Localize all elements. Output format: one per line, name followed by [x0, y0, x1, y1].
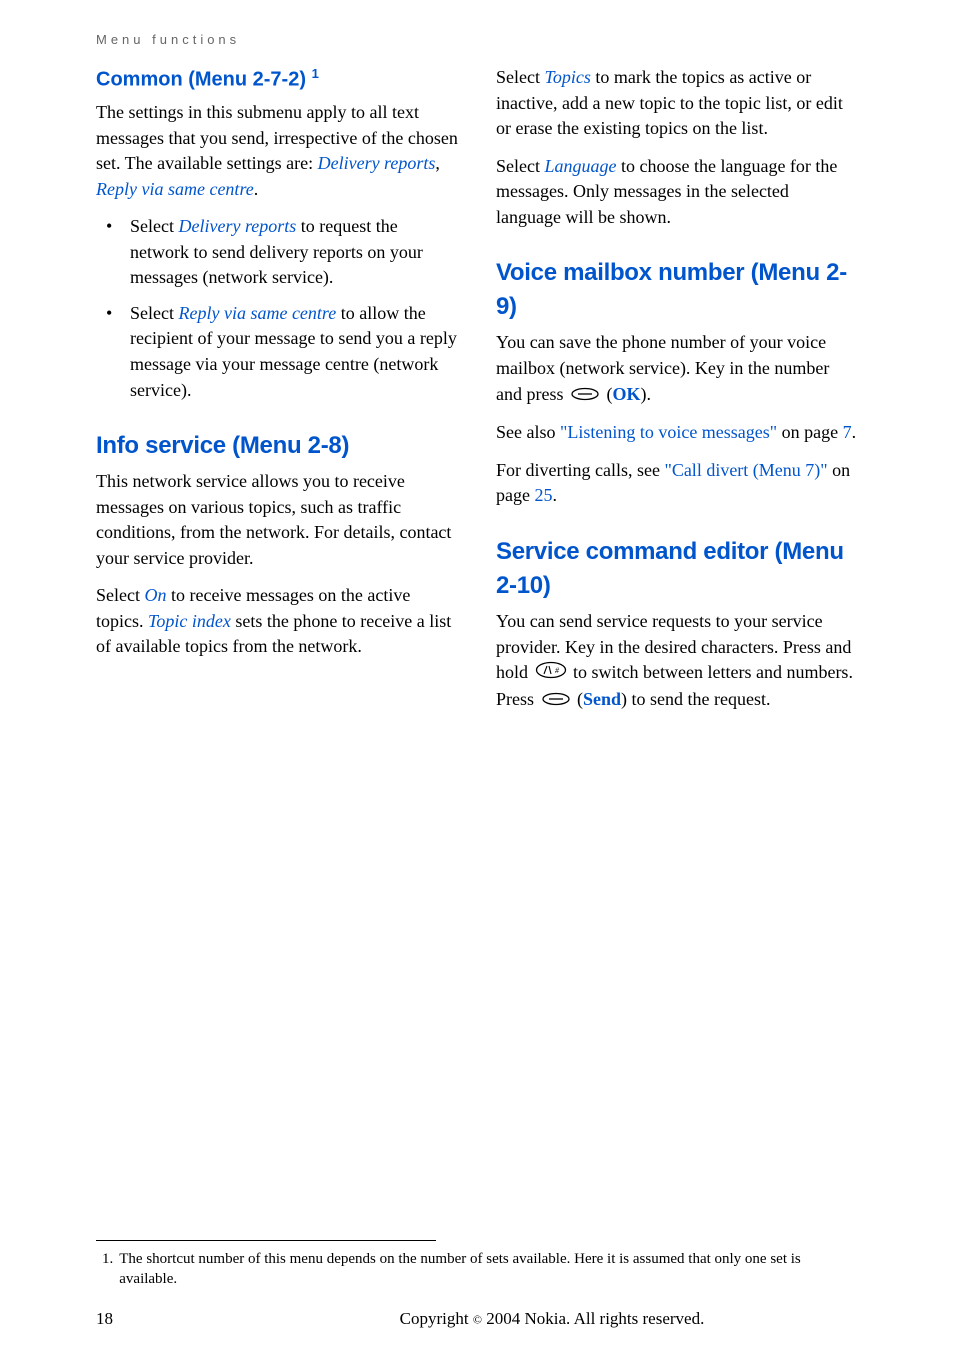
text: Select — [96, 585, 144, 605]
emphasis: Delivery reports — [178, 216, 296, 236]
heading-text: Voice mailbox number (Menu 2-9) — [496, 259, 847, 320]
info-p2: Select On to receive messages on the act… — [96, 583, 458, 660]
info-cont-p1: Select Topics to mark the topics as acti… — [496, 65, 858, 142]
info-p1: This network service allows you to recei… — [96, 469, 458, 571]
heading-common: Common (Menu 2-7-2) 1 — [96, 65, 458, 94]
footnote-rule — [96, 1240, 436, 1241]
info-cont-p2: Select Language to choose the language f… — [496, 154, 858, 231]
emphasis: Topic index — [148, 611, 231, 631]
text: This network service allows you to recei… — [96, 471, 451, 568]
footnote: 1. The shortcut number of this menu depe… — [96, 1249, 858, 1290]
list-item: Select Delivery reports to request the n… — [96, 214, 458, 291]
cross-ref-link[interactable]: "Listening to voice messages" — [560, 422, 777, 442]
voice-p1: You can save the phone number of your vo… — [496, 330, 858, 408]
text: Select — [130, 216, 178, 236]
softkey-icon — [541, 688, 571, 714]
text: . — [852, 422, 857, 442]
heading-text: Info service (Menu 2-8) — [96, 432, 349, 459]
heading-service-command: Service command editor (Menu 2-10) — [496, 535, 858, 603]
footnote-area: 1. The shortcut number of this menu depe… — [96, 1232, 858, 1290]
text: 2004 Nokia. All rights reserved. — [482, 1309, 704, 1328]
emphasis: Language — [544, 156, 616, 176]
text: ) to send the request. — [621, 689, 770, 709]
service-p1: You can send service requests to your se… — [496, 609, 858, 713]
text: ( — [573, 689, 584, 709]
right-column: Select Topics to mark the topics as acti… — [496, 65, 858, 725]
text: ( — [602, 384, 613, 404]
heading-voice-mailbox: Voice mailbox number (Menu 2-9) — [496, 256, 858, 324]
copyright: Copyright © 2004 Nokia. All rights reser… — [246, 1309, 858, 1329]
softkey-label: Send — [583, 689, 621, 709]
heading-info-service: Info service (Menu 2-8) — [96, 429, 458, 463]
page-ref[interactable]: 7 — [843, 422, 852, 442]
hash-key-icon: # — [535, 661, 567, 687]
emphasis: Reply via same centre — [178, 303, 336, 323]
text: . — [254, 179, 259, 199]
setting-reply-same-centre: Reply via same centre — [96, 179, 254, 199]
text: Select — [496, 156, 544, 176]
heading-text: Service command editor (Menu 2-10) — [496, 538, 844, 599]
softkey-icon — [570, 383, 600, 409]
text: For diverting calls, see — [496, 460, 664, 480]
page-header: Menu functions — [96, 32, 858, 47]
heading-text: Common (Menu 2-7-2) — [96, 69, 306, 91]
text: Select — [130, 303, 178, 323]
softkey-label: OK — [612, 384, 640, 404]
text: on page — [777, 422, 842, 442]
text: ). — [641, 384, 652, 404]
svg-text:#: # — [555, 666, 560, 675]
emphasis: Topics — [544, 67, 590, 87]
text: See also — [496, 422, 560, 442]
text: You can save the phone number of your vo… — [496, 332, 829, 403]
footnote-body: The shortcut number of this menu depends… — [119, 1249, 858, 1290]
common-bullet-list: Select Delivery reports to request the n… — [96, 214, 458, 403]
voice-p3: For diverting calls, see "Call divert (M… — [496, 458, 858, 509]
page-ref[interactable]: 25 — [534, 485, 552, 505]
cross-ref-link[interactable]: "Call divert (Menu 7)" — [664, 460, 827, 480]
copyright-symbol: © — [473, 1313, 482, 1327]
section-label: Menu functions — [96, 32, 240, 47]
two-column-layout: Common (Menu 2-7-2) 1 The settings in th… — [96, 65, 858, 725]
page-footer: 18 Copyright © 2004 Nokia. All rights re… — [96, 1309, 858, 1329]
setting-delivery-reports: Delivery reports — [318, 153, 436, 173]
common-intro: The settings in this submenu apply to al… — [96, 100, 458, 202]
footnote-ref: 1 — [312, 66, 319, 81]
text: , — [435, 153, 440, 173]
list-item: Select Reply via same centre to allow th… — [96, 301, 458, 403]
text: Copyright — [400, 1309, 473, 1328]
page-number: 18 — [96, 1309, 246, 1329]
voice-p2: See also "Listening to voice messages" o… — [496, 420, 858, 446]
text: Select — [496, 67, 544, 87]
left-column: Common (Menu 2-7-2) 1 The settings in th… — [96, 65, 458, 725]
footnote-number: 1. — [96, 1249, 119, 1290]
emphasis: On — [144, 585, 166, 605]
text: . — [552, 485, 557, 505]
